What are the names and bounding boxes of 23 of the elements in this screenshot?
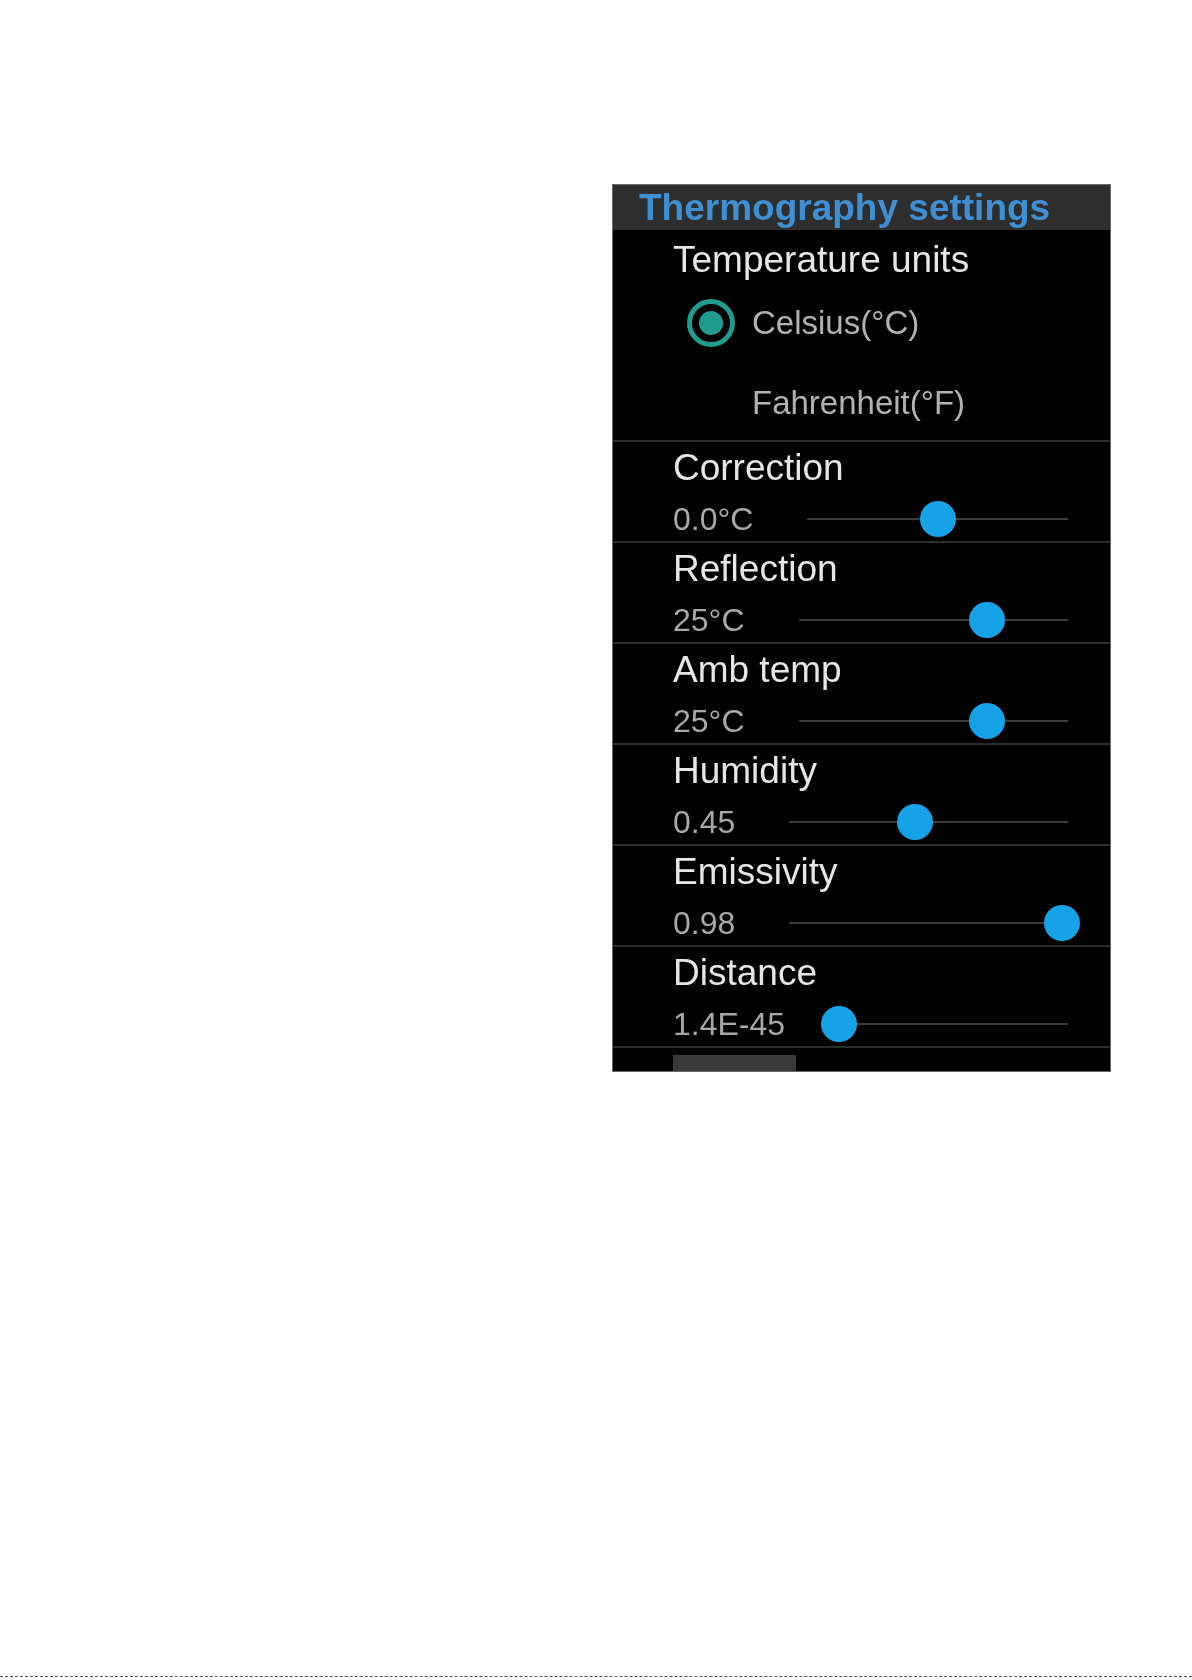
slider-thumb[interactable] [919, 501, 956, 537]
setting-value: 25°C [673, 702, 745, 741]
setting-value: 25°C [673, 601, 745, 640]
setting-label: Amb temp [673, 650, 842, 690]
setting-value: 0.0°C [673, 500, 754, 539]
setting-value: 1.4E-45 [673, 1005, 786, 1044]
radio-selected-icon[interactable] [687, 299, 735, 347]
section-label: Temperature units [673, 240, 970, 280]
setting-value: 0.45 [673, 803, 736, 842]
radio-option[interactable]: Fahrenheit(°F) [687, 379, 966, 427]
setting-label: Reflection [673, 549, 838, 589]
panel-title: Thermography settings [639, 186, 1051, 230]
setting-value: 0.98 [673, 904, 736, 943]
setting-label: Humidity [673, 751, 817, 791]
slider-thumb[interactable] [969, 602, 1006, 638]
slider-thumb[interactable] [969, 703, 1006, 739]
slider-thumb[interactable] [821, 1006, 858, 1042]
setting-label: Distance [673, 953, 817, 993]
slider-thumb[interactable] [1044, 905, 1081, 941]
setting-label: Emissivity [673, 852, 838, 892]
radio-option[interactable]: Celsius(°C) [687, 299, 920, 347]
setting-label: Correction [673, 448, 844, 488]
slider-thumb[interactable] [896, 804, 933, 840]
